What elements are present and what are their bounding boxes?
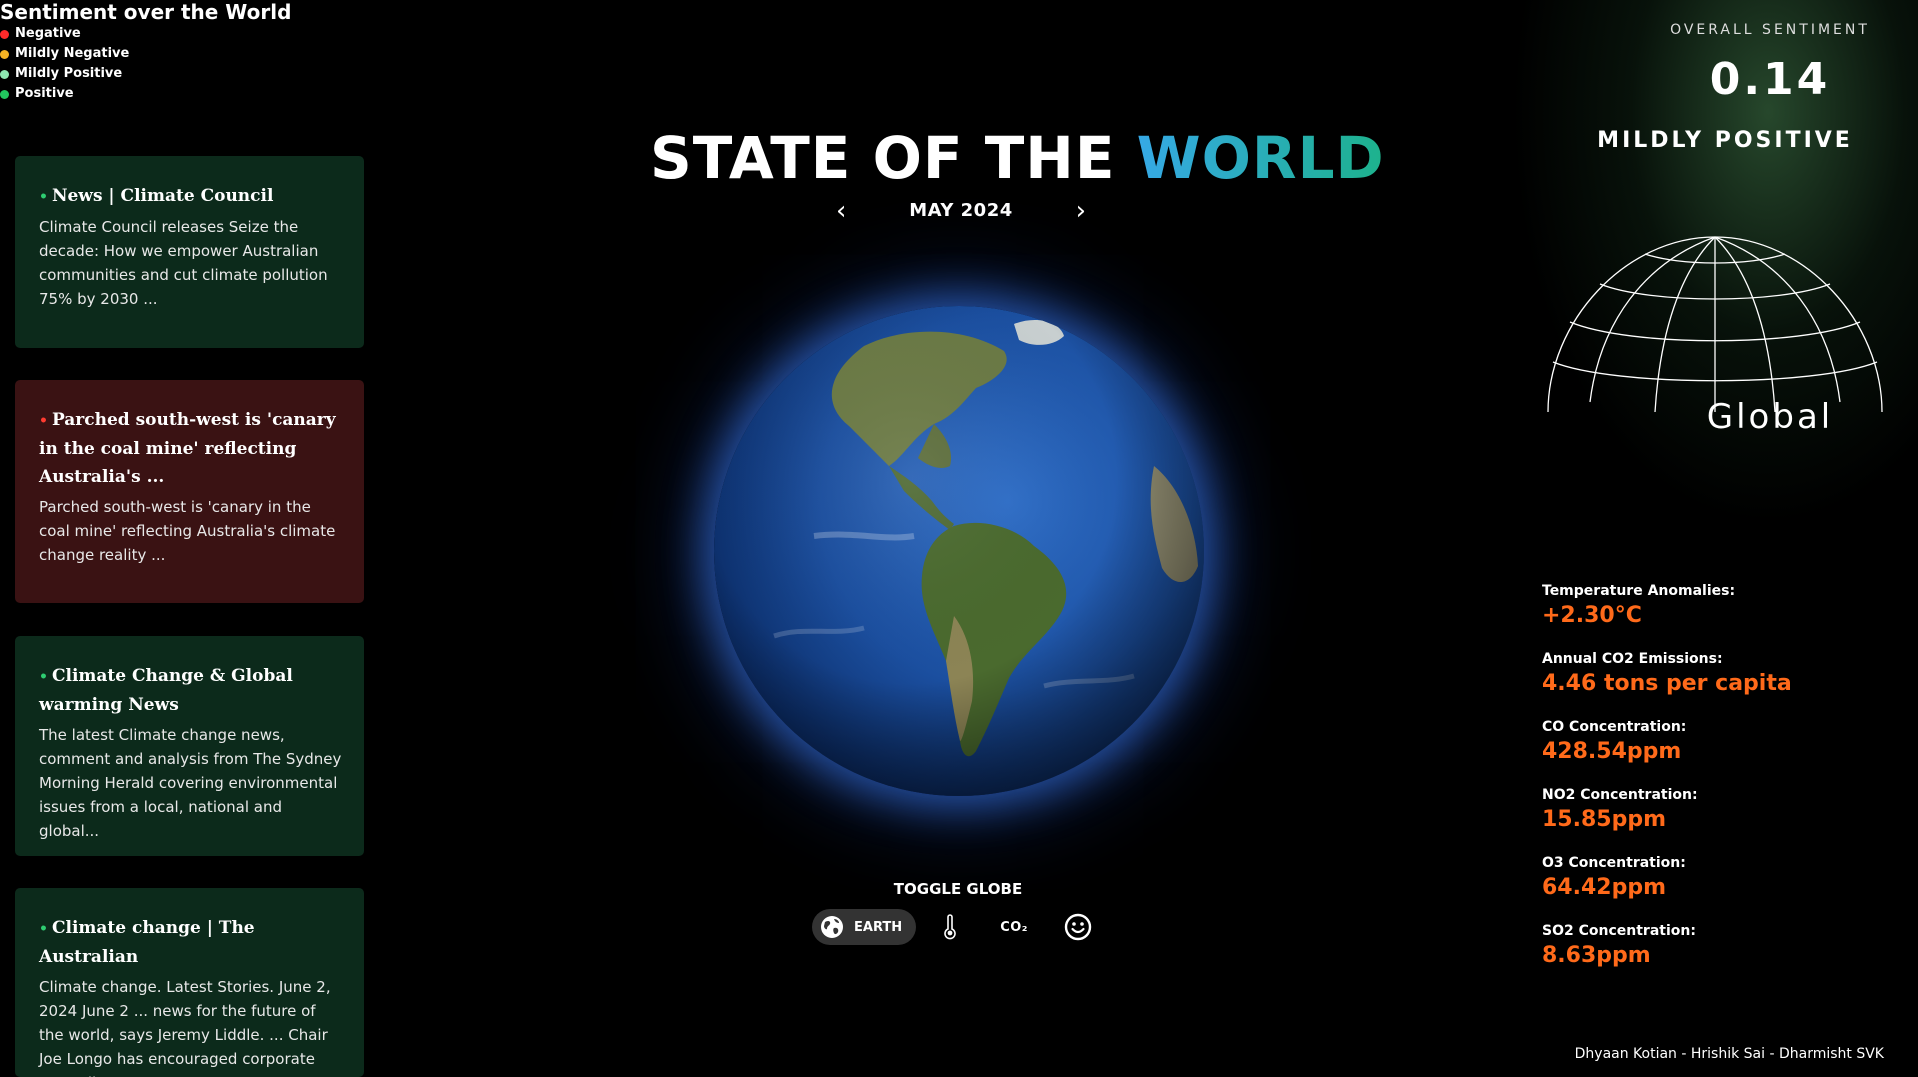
toggle-co2-button[interactable]: CO₂	[994, 909, 1034, 945]
legend-item-mildly-negative: Mildly Negative	[0, 44, 291, 64]
legend-label: Mildly Negative	[15, 46, 130, 61]
thermometer-icon	[944, 914, 956, 940]
co2-icon: CO₂	[1000, 919, 1029, 935]
news-card[interactable]: • Climate change | The Australian Climate…	[15, 888, 364, 1077]
stat-item: O3 Concentration: 64.42ppm	[1542, 854, 1902, 922]
date-label: MAY 2024	[909, 200, 1013, 221]
legend-dot	[0, 49, 9, 59]
stat-label: CO Concentration:	[1542, 719, 1687, 735]
smiley-icon	[1064, 913, 1092, 941]
news-card[interactable]: • News | Climate Council Climate Council …	[15, 156, 364, 348]
toggle-earth-label: EARTH	[854, 919, 903, 935]
stat-label: NO2 Concentration:	[1542, 787, 1698, 803]
stat-value: +2.30°C	[1542, 603, 1642, 628]
stat-item: SO2 Concentration: 8.63ppm	[1542, 922, 1902, 990]
news-card[interactable]: • Parched south-west is 'canary in the co…	[15, 380, 364, 603]
toggle-earth-button[interactable]: EARTH	[812, 909, 917, 945]
stat-value: 8.63ppm	[1542, 943, 1651, 968]
legend-item-positive: Positive	[0, 84, 291, 104]
earth-icon	[821, 916, 843, 938]
legend-dot	[0, 69, 9, 79]
date-navigator: ‹ MAY 2024 ›	[826, 197, 1096, 227]
news-body: Climate Council releases Seize the decad…	[39, 218, 328, 308]
region-label: Global	[1706, 397, 1834, 437]
legend-dot	[0, 29, 9, 39]
legend-label: Positive	[15, 86, 74, 101]
toggle-globe-bar: EARTH CO₂	[812, 908, 1122, 946]
toggle-sentiment-button[interactable]	[1058, 909, 1098, 945]
stat-value: 428.54ppm	[1542, 739, 1682, 764]
stat-label: O3 Concentration:	[1542, 855, 1686, 871]
legend-item-mildly-positive: Mildly Positive	[0, 64, 291, 84]
toggle-globe-label: TOGGLE GLOBE	[893, 880, 1023, 898]
legend-label: Negative	[15, 26, 81, 41]
climate-stats: Temperature Anomalies: +2.30°C Annual CO…	[1542, 582, 1902, 990]
stat-item: Temperature Anomalies: +2.30°C	[1542, 582, 1902, 650]
stat-label: Temperature Anomalies:	[1542, 583, 1736, 599]
news-title[interactable]: • Climate change | The Australian	[39, 914, 342, 971]
news-body: Parched south-west is 'canary in the coa…	[39, 498, 336, 564]
news-title[interactable]: • Parched south-west is 'canary in the co…	[39, 406, 342, 491]
legend-dot	[0, 89, 9, 99]
stat-value: 15.85ppm	[1542, 807, 1667, 832]
news-body: The latest Climate change news, comment …	[39, 726, 342, 840]
globe-continents	[714, 306, 1204, 796]
stat-item: NO2 Concentration: 15.85ppm	[1542, 786, 1902, 854]
stat-value: 4.46 tons per capita	[1542, 671, 1792, 696]
stat-label: Annual CO2 Emissions:	[1542, 651, 1723, 667]
legend-item-negative: Negative	[0, 24, 291, 44]
news-body: Climate change. Latest Stories. June 2, …	[39, 978, 331, 1077]
stat-label: SO2 Concentration:	[1542, 923, 1696, 939]
overall-sentiment-label: OVERALL SENTIMENT	[1670, 22, 1870, 38]
overall-sentiment-value: 0.14	[1709, 54, 1831, 105]
earth-globe[interactable]	[714, 306, 1204, 796]
toggle-temperature-button[interactable]	[930, 909, 970, 945]
news-card[interactable]: • Climate Change & Global warming News Th…	[15, 636, 364, 856]
legend-title: Sentiment over the World	[0, 0, 292, 24]
news-title[interactable]: • Climate Change & Global warming News	[39, 662, 342, 719]
stat-item: Annual CO2 Emissions: 4.46 tons per capi…	[1542, 650, 1902, 718]
legend-label: Mildly Positive	[15, 66, 123, 81]
stat-value: 64.42ppm	[1542, 875, 1667, 900]
page-title: STATE OF THE WORLD	[650, 124, 1385, 192]
app-root: Sentiment over the World Negative Mildly…	[0, 0, 1918, 1077]
overall-sentiment-classification: MILDLY POSITIVE	[1597, 128, 1853, 153]
chevron-right-icon[interactable]: ›	[1076, 197, 1086, 225]
credits: Dhyaan Kotian - Hrishik Sai - Dharmisht …	[1574, 1046, 1884, 1062]
sentiment-legend: Sentiment over the World Negative Mildly…	[0, 0, 291, 104]
stat-item: CO Concentration: 428.54ppm	[1542, 718, 1902, 786]
news-title[interactable]: • News | Climate Council	[39, 182, 342, 211]
globe-wireframe-icon	[1547, 236, 1883, 412]
